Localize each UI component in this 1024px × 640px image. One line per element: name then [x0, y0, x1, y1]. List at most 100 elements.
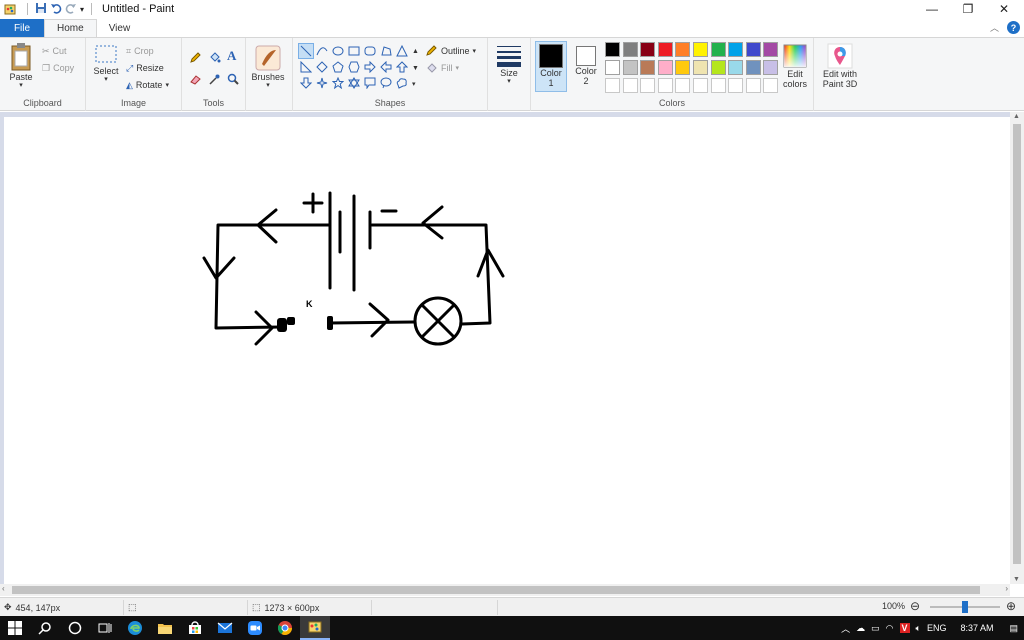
fill-button[interactable]: Fill ▾ [425, 60, 459, 76]
onedrive-icon[interactable]: ☁ [856, 623, 865, 634]
triangle-shape-icon[interactable] [394, 43, 410, 59]
magnifier-icon[interactable] [227, 71, 240, 87]
fill-bucket-icon[interactable] [208, 49, 221, 65]
shapes-scroll-up-icon[interactable]: ▲ [412, 43, 419, 59]
pentagon-shape-icon[interactable] [330, 59, 346, 75]
paste-button[interactable]: Paste ▾ [6, 42, 36, 90]
rotate-button[interactable]: ◭ Rotate ▾ [126, 77, 169, 93]
cortana-button[interactable] [60, 616, 90, 640]
minimize-button[interactable]: — [914, 0, 950, 18]
cut-button[interactable]: ✂ Cut [42, 43, 67, 59]
color-swatch[interactable] [728, 78, 744, 93]
color-swatch[interactable] [745, 42, 761, 57]
five-point-star-shape-icon[interactable] [330, 75, 346, 91]
color-swatch[interactable] [763, 42, 779, 57]
notifications-icon[interactable]: ▤ [1009, 623, 1018, 634]
maximize-button[interactable]: ❐ [950, 0, 986, 18]
close-button[interactable]: ✕ [986, 0, 1022, 18]
tab-home[interactable]: Home [44, 19, 97, 37]
redo-icon[interactable] [65, 2, 77, 17]
left-arrow-shape-icon[interactable] [378, 59, 394, 75]
taskbar-edge[interactable] [120, 616, 150, 640]
color-picker-icon[interactable] [208, 71, 221, 87]
start-button[interactable] [0, 616, 30, 640]
outline-button[interactable]: Outline ▾ [425, 43, 476, 59]
scroll-up-icon[interactable]: ▲ [1013, 113, 1020, 120]
color-1-button[interactable]: Color 1 [535, 41, 567, 92]
color-swatch[interactable] [763, 60, 779, 75]
show-hidden-icons-icon[interactable]: ︿ [841, 622, 850, 635]
color-swatch[interactable] [622, 60, 638, 75]
color-swatch[interactable] [657, 78, 673, 93]
oval-shape-icon[interactable] [330, 43, 346, 59]
size-button[interactable]: Size ▾ [492, 44, 526, 86]
pencil-icon[interactable] [189, 49, 202, 65]
right-triangle-shape-icon[interactable] [298, 59, 314, 75]
four-point-star-shape-icon[interactable] [314, 75, 330, 91]
color-swatch[interactable] [693, 42, 708, 57]
color-swatch[interactable] [640, 42, 656, 57]
curve-shape-icon[interactable] [314, 43, 330, 59]
battery-icon[interactable]: ▭ [871, 623, 880, 634]
taskbar-store[interactable] [180, 616, 210, 640]
crop-button[interactable]: ⌗ Crop [126, 43, 154, 59]
paint-app-icon[interactable] [3, 2, 17, 16]
resize-button[interactable]: ⤢ Resize [126, 60, 164, 76]
edit-colors-button[interactable]: Edit colors [779, 43, 811, 90]
zoom-slider-track[interactable] [930, 601, 1000, 613]
vertical-scrollbar[interactable]: ▲ ▼ [1010, 112, 1024, 584]
search-button[interactable] [30, 616, 60, 640]
color-swatch[interactable] [745, 78, 761, 93]
color-swatch[interactable] [605, 78, 620, 93]
taskbar-zoom[interactable] [240, 616, 270, 640]
collapse-ribbon-icon[interactable]: ︿ [990, 21, 999, 34]
color-swatch[interactable] [693, 78, 708, 93]
color-swatch[interactable] [675, 60, 691, 75]
color-swatch[interactable] [605, 42, 620, 57]
language-indicator[interactable]: ENG [927, 623, 947, 633]
eraser-icon[interactable] [189, 71, 202, 87]
line-shape-icon[interactable] [298, 43, 314, 59]
color-2-button[interactable]: Color 2 [571, 43, 601, 87]
color-swatch[interactable] [640, 78, 656, 93]
task-view-button[interactable] [90, 616, 120, 640]
color-swatch[interactable] [657, 60, 673, 75]
color-swatch[interactable] [728, 60, 744, 75]
scroll-down-icon[interactable]: ▼ [1013, 576, 1020, 583]
tab-file[interactable]: File [0, 19, 44, 37]
clock[interactable]: 8:37 AM [960, 623, 993, 633]
color-swatch[interactable] [622, 78, 638, 93]
down-arrow-shape-icon[interactable] [298, 75, 314, 91]
right-arrow-shape-icon[interactable] [362, 59, 378, 75]
edit-with-paint-3d-button[interactable]: Edit with Paint 3D [818, 43, 862, 90]
vertical-scroll-thumb[interactable] [1013, 124, 1021, 564]
color-swatch[interactable] [675, 78, 691, 93]
zoom-in-icon[interactable]: ⊕ [1006, 599, 1016, 613]
save-icon[interactable] [35, 2, 47, 17]
color-swatch[interactable] [622, 42, 638, 57]
copy-button[interactable]: ❐ Copy [42, 60, 74, 76]
color-swatch[interactable] [640, 60, 656, 75]
color-swatch[interactable] [710, 60, 726, 75]
up-arrow-shape-icon[interactable] [394, 59, 410, 75]
undo-icon[interactable] [50, 2, 62, 17]
diamond-shape-icon[interactable] [314, 59, 330, 75]
rectangle-callout-shape-icon[interactable] [362, 75, 378, 91]
volume-icon[interactable]: 🔈︎ [916, 623, 921, 634]
rounded-rectangle-shape-icon[interactable] [362, 43, 378, 59]
drawing-canvas[interactable]: K [4, 117, 1010, 584]
color-swatch[interactable] [763, 78, 779, 93]
cloud-callout-shape-icon[interactable] [394, 75, 410, 91]
color-swatch[interactable] [693, 60, 708, 75]
horizontal-scrollbar[interactable]: ‹ › [0, 584, 1010, 596]
vpn-app-icon[interactable]: V [899, 623, 910, 633]
taskbar-paint[interactable] [300, 616, 330, 640]
color-swatch[interactable] [745, 60, 761, 75]
text-tool-icon[interactable]: A [227, 48, 236, 64]
zoom-out-icon[interactable]: ⊖ [910, 599, 920, 613]
rectangle-shape-icon[interactable] [346, 43, 362, 59]
horizontal-scroll-thumb[interactable] [12, 586, 980, 594]
select-button[interactable]: Select ▾ [90, 44, 122, 84]
taskbar-file-explorer[interactable] [150, 616, 180, 640]
zoom-slider-thumb[interactable] [962, 601, 968, 613]
